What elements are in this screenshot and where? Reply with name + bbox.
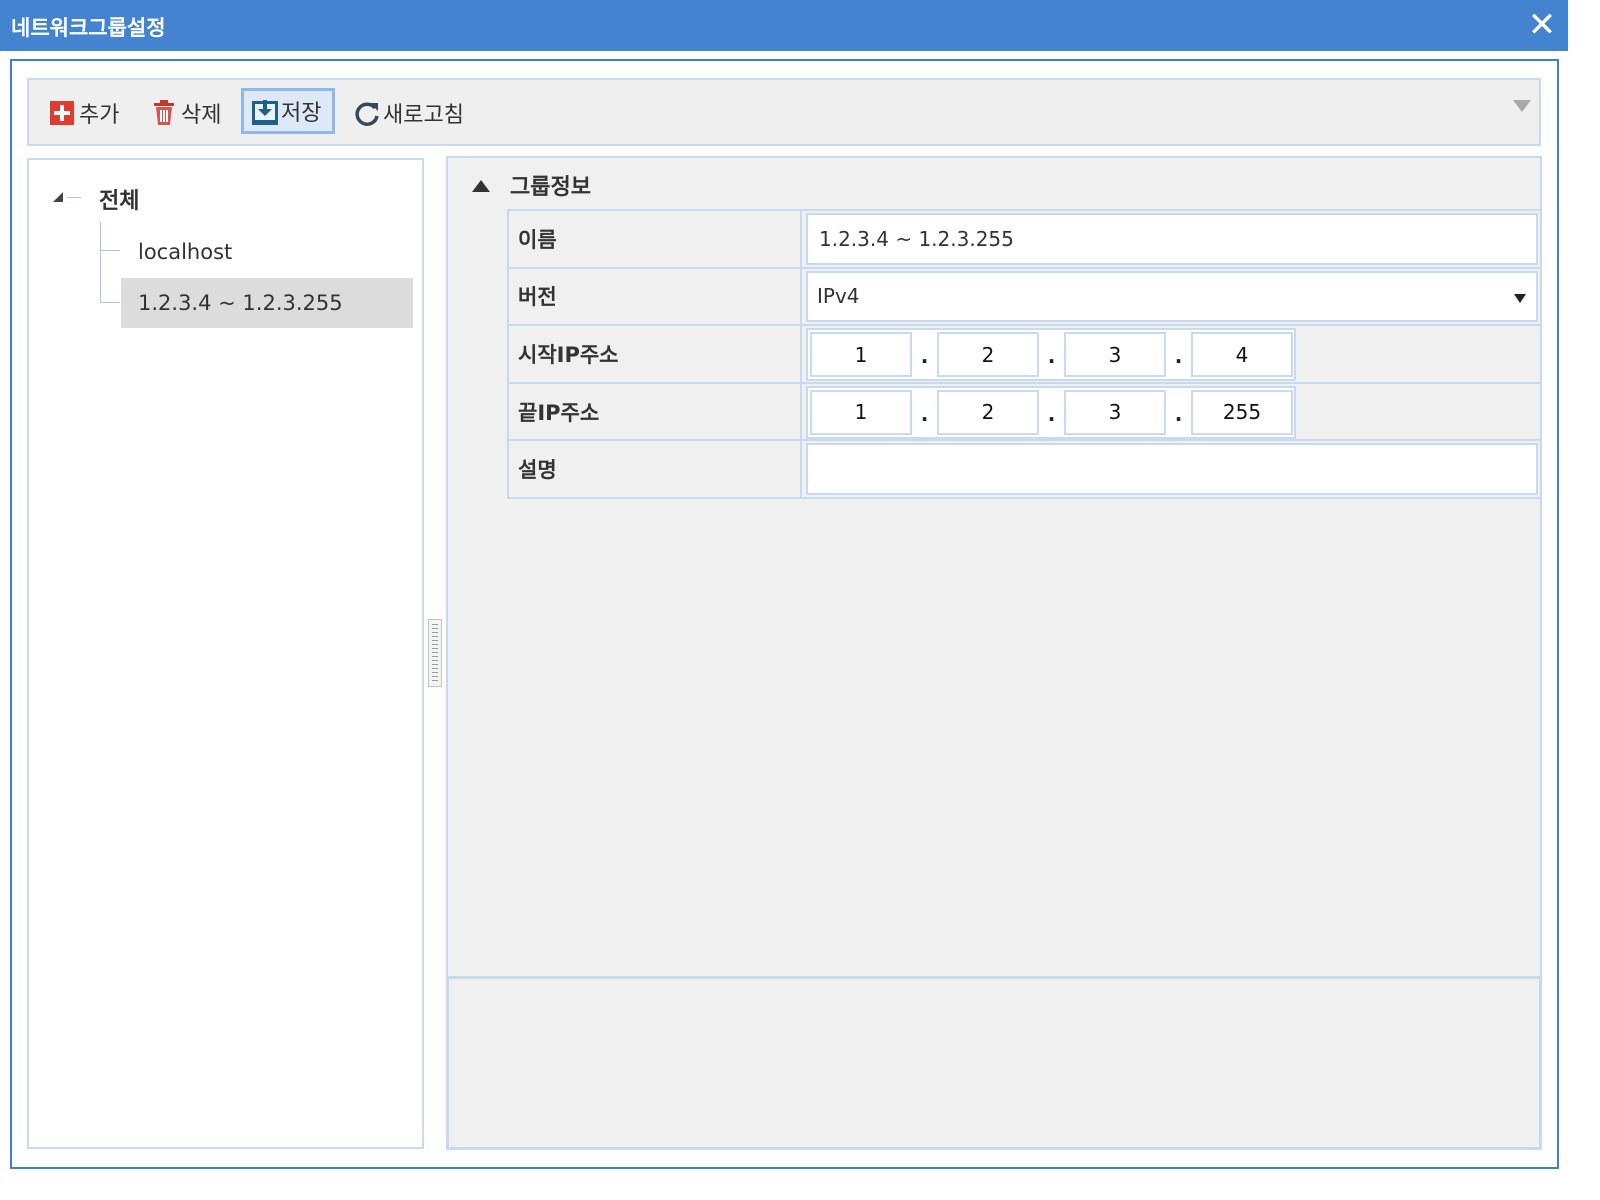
refresh-icon: [353, 100, 379, 126]
version-select[interactable]: IPv4: [806, 270, 1538, 323]
property-grid: 이름 1.2.3.4 ~ 1.2.3.255 버전 IPv4 시작IP주소 1 …: [507, 209, 1542, 499]
tree-root-all[interactable]: 전체: [99, 183, 139, 215]
description-label: 설명: [509, 441, 802, 497]
start-ip-label: 시작IP주소: [509, 326, 802, 382]
refresh-label: 새로고침: [383, 103, 464, 128]
start-ip-octet-4[interactable]: 4: [1191, 332, 1293, 378]
name-field[interactable]: 1.2.3.4 ~ 1.2.3.255: [806, 213, 1538, 265]
start-ip-octet-2[interactable]: 2: [937, 332, 1039, 378]
end-ip-octet-1[interactable]: 1: [810, 389, 912, 435]
collapse-toggle-icon[interactable]: [53, 192, 63, 202]
property-row-version: 버전 IPv4: [507, 268, 1542, 327]
ip-separator: .: [1174, 344, 1183, 369]
name-label: 이름: [509, 211, 802, 267]
tree-connector: [100, 250, 120, 251]
end-ip-octet-4[interactable]: 255: [1191, 389, 1293, 435]
delete-label: 삭제: [181, 103, 222, 128]
section-title: 그룹정보: [510, 175, 591, 200]
save-label: 저장: [281, 101, 322, 126]
version-value: IPv4: [817, 284, 860, 309]
ip-separator: .: [920, 344, 929, 369]
ip-separator: .: [920, 401, 929, 426]
chevron-down-icon: [1514, 293, 1526, 303]
ip-separator: .: [1174, 401, 1183, 426]
tree-connector: [100, 302, 120, 303]
save-button[interactable]: 저장: [241, 88, 335, 134]
title-bar: 네트워크그룹설정 ✕: [0, 0, 1568, 51]
trash-icon: [151, 100, 177, 126]
property-panel: 그룹정보 이름 1.2.3.4 ~ 1.2.3.255 버전 IPv4 시작IP…: [446, 156, 1542, 978]
ip-separator: .: [1047, 401, 1056, 426]
group-tree: 전체 localhost 1.2.3.4 ~ 1.2.3.255: [27, 158, 424, 1149]
close-icon[interactable]: ✕: [1524, 8, 1560, 44]
end-ip-input: 1 . 2 . 3 . 255: [806, 385, 1296, 439]
description-field[interactable]: [806, 443, 1538, 495]
start-ip-octet-1[interactable]: 1: [810, 332, 912, 378]
tree-connector: [67, 197, 81, 198]
splitter-handle[interactable]: [428, 619, 442, 687]
property-row-start-ip: 시작IP주소 1 . 2 . 3 . 4: [507, 326, 1542, 384]
start-ip-octet-3[interactable]: 3: [1064, 332, 1166, 378]
toolbar: 추가 삭제 저장 새로고침: [27, 78, 1541, 146]
ip-separator: .: [1047, 344, 1056, 369]
window-title: 네트워크그룹설정: [11, 16, 166, 40]
property-row-name: 이름 1.2.3.4 ~ 1.2.3.255: [507, 211, 1542, 269]
end-ip-octet-2[interactable]: 2: [937, 389, 1039, 435]
collapse-toggle-icon[interactable]: [472, 180, 490, 192]
start-ip-input: 1 . 2 . 3 . 4: [806, 328, 1296, 382]
end-ip-octet-3[interactable]: 3: [1064, 389, 1166, 435]
end-ip-label: 끝IP주소: [509, 383, 802, 440]
help-panel: [446, 976, 1542, 1150]
tree-connector: [100, 222, 101, 302]
add-label: 추가: [79, 103, 120, 128]
property-row-end-ip: 끝IP주소 1 . 2 . 3 . 255: [507, 383, 1542, 442]
delete-button[interactable]: 삭제: [151, 90, 221, 136]
tree-item-ip-range[interactable]: 1.2.3.4 ~ 1.2.3.255: [121, 278, 413, 328]
toolbar-overflow-icon[interactable]: [1513, 100, 1531, 112]
tree-item-localhost[interactable]: localhost: [121, 227, 232, 277]
add-icon: [49, 100, 75, 126]
property-row-description: 설명: [507, 441, 1542, 499]
save-icon: [251, 98, 278, 125]
refresh-button[interactable]: 새로고침: [353, 90, 464, 136]
add-button[interactable]: 추가: [49, 90, 119, 136]
version-label: 버전: [509, 268, 802, 325]
